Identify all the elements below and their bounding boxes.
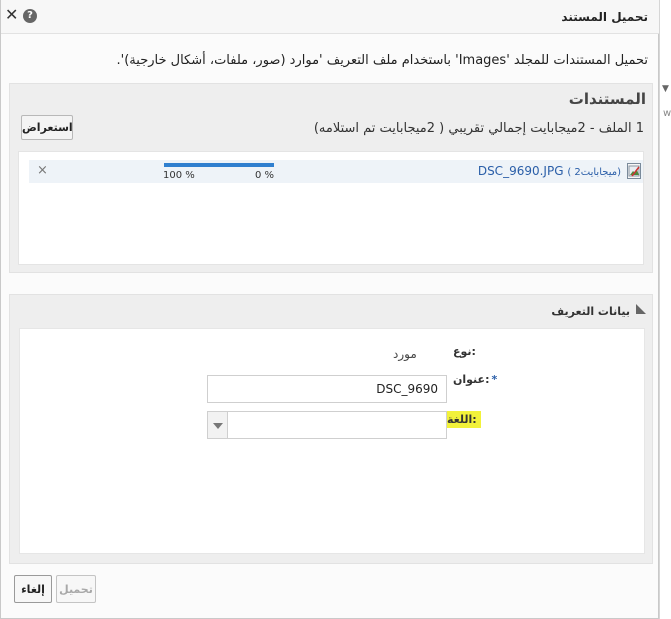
help-icon[interactable]: ?: [23, 9, 37, 23]
upload-button[interactable]: تحميل: [56, 575, 96, 603]
upload-document-dialog: ✕ ? تحميل المستند تحميل المستندات للمجلد…: [0, 0, 660, 619]
cancel-button[interactable]: إلغاء: [14, 575, 52, 603]
documents-heading: المستندات: [568, 90, 646, 108]
upload-summary: 1 الملف - 2ميجابايت إجمالي تقريبي ( 2ميج…: [313, 121, 644, 136]
type-label: نوع:: [453, 345, 476, 358]
file-row: × 100 % 0 % DSC_9690.JPG ( 2ميجابايت): [29, 160, 643, 183]
upload-description: تحميل المستندات للمجلد 'Images' باستخدام…: [116, 53, 648, 68]
title-label-group: عنوان: *: [453, 373, 497, 386]
progress-end-label: 100 %: [163, 170, 195, 181]
documents-panel: المستندات استعراض 1 الملف - 2ميجابايت إج…: [9, 83, 653, 273]
close-icon[interactable]: ✕: [5, 5, 18, 25]
remove-file-icon[interactable]: ×: [37, 163, 48, 178]
title-label: عنوان:: [453, 373, 490, 386]
language-select[interactable]: [207, 411, 447, 439]
required-marker: *: [491, 373, 498, 386]
metadata-panel: بيانات التعريف نوع: مورد عنوان:* اللغة:: [9, 294, 653, 564]
file-name: DSC_9690.JPG: [477, 164, 564, 178]
page-edge-text: w: [663, 108, 671, 119]
upload-progress-fill: [164, 163, 274, 167]
language-label: اللغة:: [443, 411, 481, 428]
file-link[interactable]: DSC_9690.JPG ( 2ميجابايت): [478, 164, 621, 178]
upload-progress-bar: [164, 163, 274, 167]
type-value: مورد: [393, 347, 417, 361]
collapse-triangle-icon[interactable]: [636, 304, 646, 314]
page-dropdown-arrow-icon: ▼: [662, 84, 669, 94]
file-list: × 100 % 0 % DSC_9690.JPG ( 2ميجابايت): [18, 151, 644, 265]
dialog-title: تحميل المستند: [561, 10, 648, 24]
metadata-heading: بيانات التعريف: [551, 305, 630, 318]
file-size: ( 2ميجابايت): [567, 167, 621, 178]
chevron-down-icon[interactable]: [208, 412, 228, 438]
progress-start-label: 0 %: [255, 170, 275, 181]
title-input[interactable]: [207, 375, 447, 403]
dialog-titlebar: ✕ ? تحميل المستند: [1, 0, 660, 34]
metadata-form: نوع: مورد عنوان:* اللغة:: [19, 328, 645, 554]
browse-button[interactable]: استعراض: [21, 115, 73, 140]
image-file-icon: [627, 163, 641, 179]
